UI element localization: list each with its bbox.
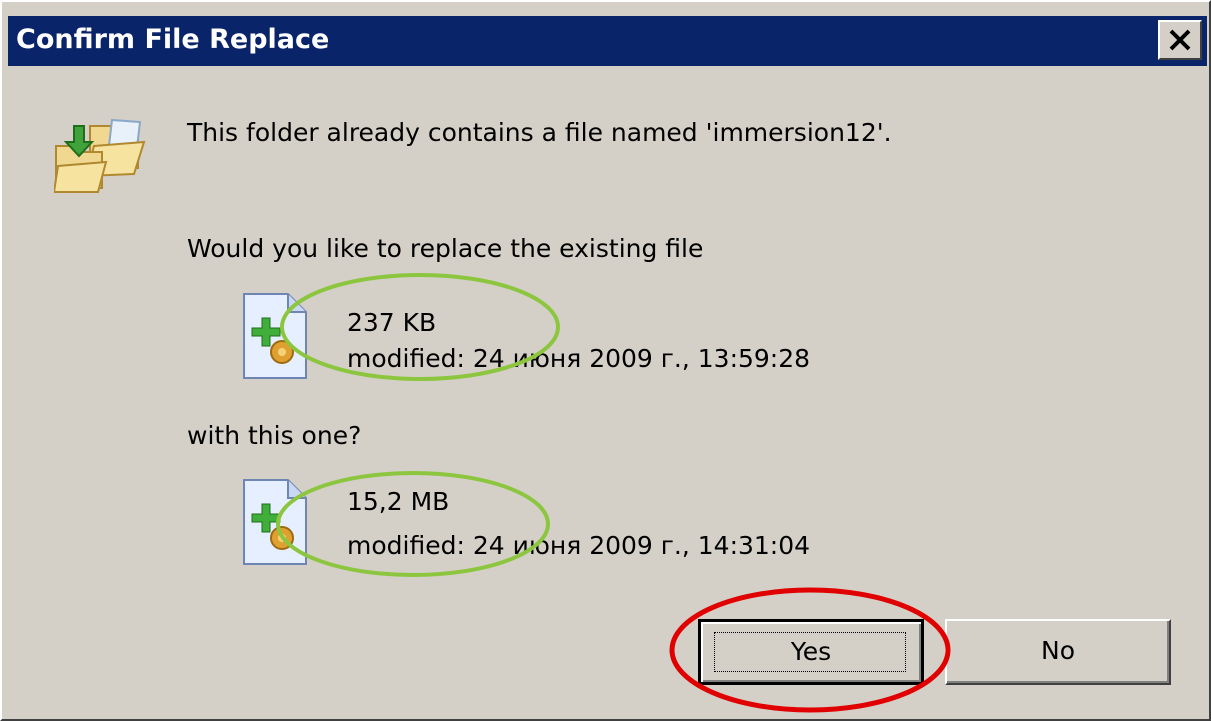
dialog-title: Confirm File Replace <box>16 24 330 55</box>
no-button[interactable]: No <box>945 619 1171 685</box>
existing-file-size: 237 KB <box>347 308 437 337</box>
with-this-one-label: with this one? <box>187 421 362 450</box>
new-file-modified: modified: 24 июня 2009 г., 14:31:04 <box>347 531 811 560</box>
folder-move-icon <box>52 112 146 198</box>
existing-file-modified: modified: 24 июня 2009 г., 13:59:28 <box>347 344 811 373</box>
new-file-icon <box>242 478 308 570</box>
no-button-label: No <box>1041 636 1075 665</box>
close-icon <box>1169 29 1191 51</box>
existing-file-icon <box>242 292 308 384</box>
message-line: This folder already contains a file name… <box>187 118 892 147</box>
yes-button-focus-ring <box>714 632 906 672</box>
new-file-size: 15,2 MB <box>347 487 450 516</box>
title-bar: Confirm File Replace <box>8 16 1207 66</box>
replace-question: Would you like to replace the existing f… <box>187 234 704 263</box>
close-button[interactable] <box>1158 20 1202 60</box>
confirm-file-replace-dialog: Confirm File Replace This folder already… <box>0 0 1211 721</box>
